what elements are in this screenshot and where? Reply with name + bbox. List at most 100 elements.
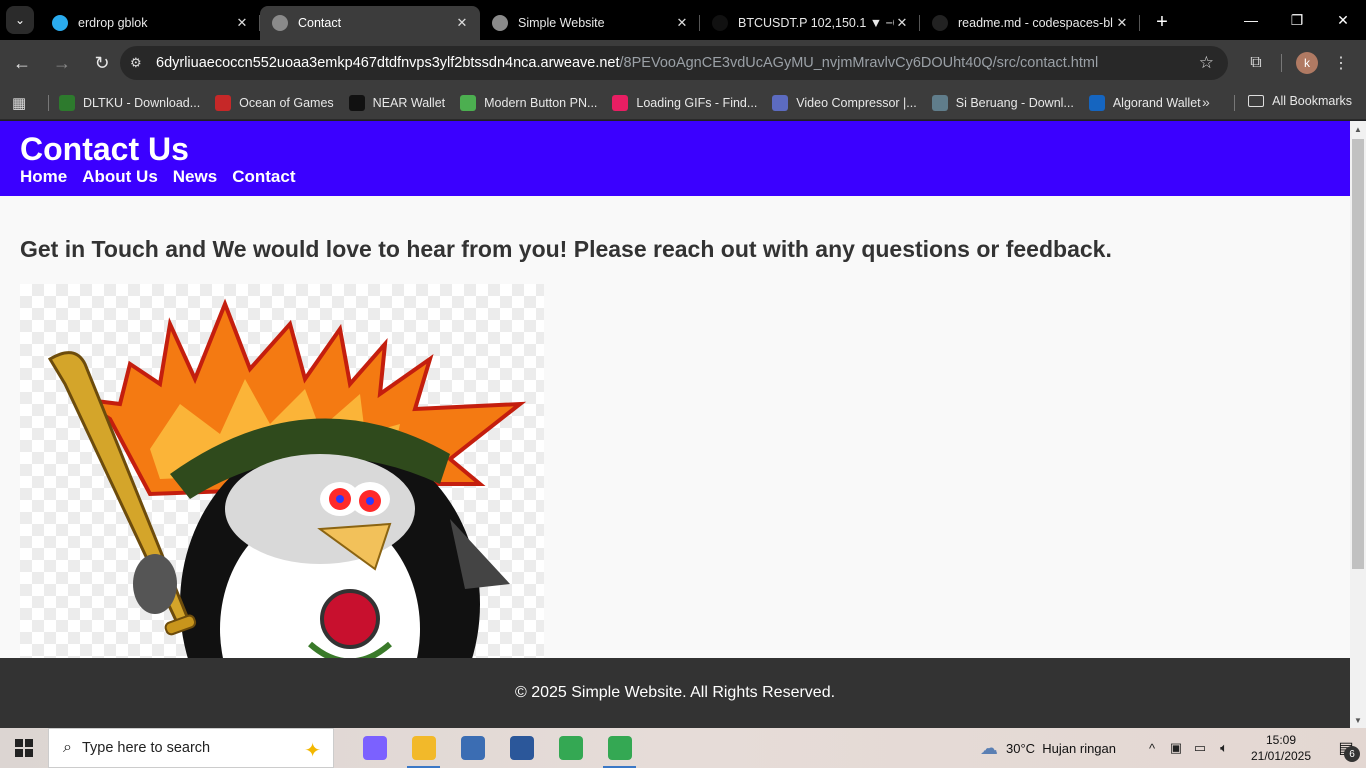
tab-search-button[interactable]: ⌄ xyxy=(6,6,34,34)
bookmarks-divider xyxy=(48,94,49,111)
scroll-up-icon[interactable]: ▲ xyxy=(1350,121,1366,137)
bookmark-item[interactable]: Video Compressor |... xyxy=(772,94,917,111)
bookmark-item[interactable]: Algorand Wallet xyxy=(1088,94,1201,111)
notification-center-button[interactable]: ▤ 6 xyxy=(1326,728,1366,768)
taskbar-app[interactable] xyxy=(448,728,497,768)
chevron-up-icon[interactable]: ^ xyxy=(1140,741,1164,756)
new-tab-button[interactable]: + xyxy=(1148,8,1176,36)
windows-taskbar: ⌕ Type here to search ✦ ☁ 30°C Hujan rin… xyxy=(0,728,1366,768)
taskbar-app[interactable] xyxy=(546,728,595,768)
close-tab-icon[interactable]: ✕ xyxy=(234,15,250,31)
penguin-mascot-image xyxy=(20,284,544,728)
bookmark-item[interactable]: DLTKU - Download... xyxy=(59,94,200,111)
site-info-icon[interactable]: ⚙ xyxy=(130,55,156,71)
bookmark-item[interactable]: Si Beruang - Downl... xyxy=(931,94,1074,111)
back-button[interactable]: ← xyxy=(4,45,40,81)
profile-button[interactable]: k xyxy=(1290,46,1324,80)
taskbar-search-box[interactable]: ⌕ Type here to search ✦ xyxy=(48,728,334,768)
chevron-down-icon: ⌄ xyxy=(14,13,26,27)
bookmark-label: Algorand Wallet xyxy=(1112,95,1201,110)
tab-strip: ⌄ erdrop gblok ✕ Contact ✕ Simple Website ✕ BT… xyxy=(0,0,1366,40)
toolbar-divider xyxy=(1281,54,1282,72)
browser-tab[interactable]: BTCUSDT.P 102,150.1 ▼ −0.1 ✕ xyxy=(700,6,920,40)
reload-icon: ↻ xyxy=(94,52,110,73)
avatar: k xyxy=(1296,52,1318,74)
plus-icon: + xyxy=(1156,10,1168,33)
page-scrollbar[interactable]: ▲ ▼ xyxy=(1350,121,1366,728)
browser-tab[interactable]: readme.md - codespaces-bl ✕ xyxy=(920,6,1140,40)
battery-icon[interactable]: ▭ xyxy=(1188,740,1212,756)
url-path: /8PEVooAgnCE3vdUcAGyMU_nvjmMravlvCy6DOUh… xyxy=(619,55,1099,71)
apps-grid-icon[interactable]: ▦ xyxy=(12,94,40,112)
tab-list: erdrop gblok ✕ Contact ✕ Simple Website ✕ BTCU… xyxy=(40,6,1140,40)
taskbar-app[interactable] xyxy=(497,728,546,768)
close-window-button[interactable]: ✕ xyxy=(1320,0,1366,40)
browser-tab[interactable]: erdrop gblok ✕ xyxy=(40,6,260,40)
bookmark-item[interactable]: Modern Button PN... xyxy=(460,94,598,111)
minimize-button[interactable]: — xyxy=(1228,0,1274,40)
telegram-icon xyxy=(52,15,68,31)
taskbar-app[interactable] xyxy=(399,728,448,768)
browser-tab[interactable]: Contact ✕ xyxy=(260,6,480,40)
clock-time: 15:09 xyxy=(1265,733,1297,747)
url-text[interactable]: 6dyrliuaecoccn552uoaa3emkp467dtdfnvps3yl… xyxy=(156,55,1098,71)
copilot-icon xyxy=(362,736,387,760)
forward-button[interactable]: → xyxy=(44,45,80,81)
bookmark-list: DLTKU - Download... Ocean of Games NEAR Wa… xyxy=(59,94,1216,111)
bookmark-label: Video Compressor |... xyxy=(796,95,917,110)
tab-divider xyxy=(1139,15,1140,31)
toolbar-actions: ⧉ k ⋮ xyxy=(1239,46,1358,80)
pinned-apps xyxy=(350,728,644,768)
chrome-profile-icon xyxy=(607,736,632,760)
bookmark-item[interactable]: Ocean of Games xyxy=(215,94,334,111)
address-bar[interactable]: ⚙ 6dyrliuaecoccn552uoaa3emkp467dtdfnvps3… xyxy=(120,46,1228,80)
volume-icon[interactable]: 🔈︎ xyxy=(1212,740,1236,756)
clock-date: 21/01/2025 xyxy=(1250,749,1312,763)
copyright-text: © 2025 Simple Website. All Rights Reserv… xyxy=(514,684,836,701)
bookmark-label: Modern Button PN... xyxy=(484,95,598,110)
weather-condition: Hujan ringan xyxy=(1042,740,1116,756)
bookmarks-bar: ▦ DLTKU - Download... Ocean of Games NEAR … xyxy=(0,86,1366,120)
gif-icon xyxy=(612,94,629,111)
taskbar-app[interactable] xyxy=(350,728,399,768)
tab-title: readme.md - codespaces-bl xyxy=(958,16,1113,30)
github-icon xyxy=(932,15,948,31)
browser-tab[interactable]: Simple Website ✕ xyxy=(480,6,700,40)
nav-news-link[interactable]: News xyxy=(173,167,217,187)
close-tab-icon[interactable]: ✕ xyxy=(1114,15,1130,31)
nav-contact-link[interactable]: Contact xyxy=(232,167,295,187)
close-tab-icon[interactable]: ✕ xyxy=(894,15,910,31)
scrollbar-thumb[interactable] xyxy=(1352,139,1364,569)
site-nav: Home About Us News Contact xyxy=(20,167,1330,187)
window-controls: — ❐ ✕ xyxy=(1228,0,1366,40)
notification-badge: 6 xyxy=(1344,746,1360,762)
page-title: Contact Us xyxy=(20,131,189,167)
clock[interactable]: 15:09 21/01/2025 xyxy=(1244,732,1318,764)
more-menu-icon[interactable]: ⋮ xyxy=(1324,46,1358,80)
bookmark-item[interactable]: Loading GIFs - Find... xyxy=(612,94,757,111)
bear-icon xyxy=(931,94,948,111)
start-button[interactable] xyxy=(0,728,48,768)
close-tab-icon[interactable]: ✕ xyxy=(454,15,470,31)
restore-button[interactable]: ❐ xyxy=(1274,0,1320,40)
rain-cloud-icon: ☁ xyxy=(980,737,998,758)
reload-button[interactable]: ↻ xyxy=(84,45,120,81)
more-bookmarks-icon[interactable]: » xyxy=(1202,94,1210,110)
windows-logo-icon xyxy=(15,739,33,757)
close-tab-icon[interactable]: ✕ xyxy=(674,15,690,31)
bookmark-label: NEAR Wallet xyxy=(372,95,446,110)
network-icon[interactable]: ▣ xyxy=(1164,740,1188,756)
arrow-left-icon: ← xyxy=(13,52,31,73)
word-icon xyxy=(509,736,534,760)
taskbar-app[interactable] xyxy=(595,728,644,768)
scroll-down-icon[interactable]: ▼ xyxy=(1350,712,1366,728)
weather-widget[interactable]: ☁ 30°C Hujan ringan xyxy=(980,738,1116,759)
nav-home-link[interactable]: Home xyxy=(20,167,67,187)
page-viewport: Contact Us Home About Us News Contact Ge… xyxy=(0,121,1350,728)
bookmark-star-icon[interactable]: ☆ xyxy=(1199,53,1214,73)
extensions-icon[interactable]: ⧉ xyxy=(1239,46,1273,80)
bookmark-item[interactable]: NEAR Wallet xyxy=(348,94,446,111)
all-bookmarks-button[interactable]: All Bookmarks xyxy=(1248,94,1352,108)
nav-about-link[interactable]: About Us xyxy=(82,167,158,187)
gamepad-icon xyxy=(215,94,232,111)
